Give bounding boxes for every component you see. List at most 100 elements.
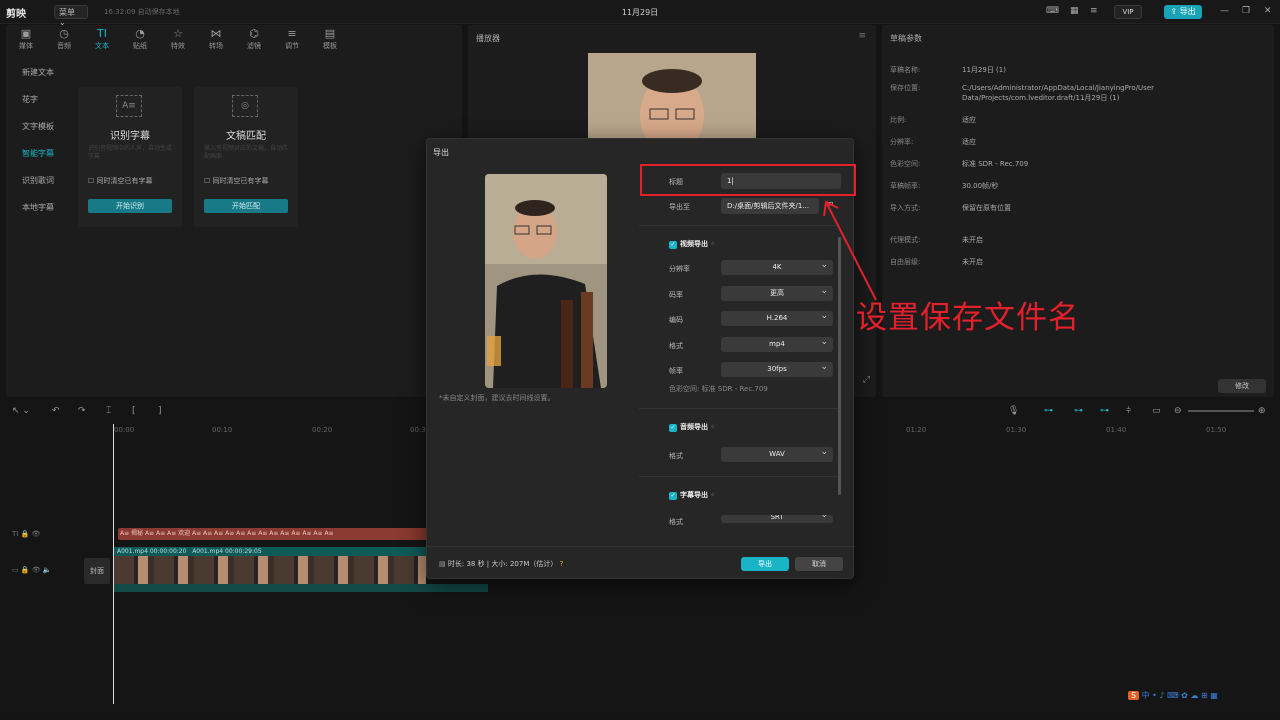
- trim-right-icon[interactable]: ]: [158, 406, 162, 416]
- split-icon[interactable]: ⌶: [106, 406, 111, 416]
- effects-icon: ☆: [173, 27, 183, 40]
- time-tick: 01:20: [906, 426, 927, 434]
- template-icon: ▤: [324, 27, 336, 40]
- annotation-arrow: [823, 200, 877, 301]
- export-top-button[interactable]: ⇪ 导出: [1164, 5, 1202, 19]
- video-setting-select[interactable]: 30fps: [721, 360, 833, 377]
- sogou-icon[interactable]: S: [1128, 691, 1140, 700]
- edit-params-button[interactable]: 修改: [1218, 379, 1266, 393]
- subtitle-format-select[interactable]: SRT: [721, 515, 833, 523]
- tool-label: 文本: [95, 42, 109, 50]
- zoom-out-icon[interactable]: ⊖: [1174, 406, 1182, 416]
- player-menu-icon[interactable]: ≡: [858, 31, 866, 41]
- tool-audio[interactable]: ◷ 音频: [50, 27, 78, 51]
- clear-subtitle-checkbox[interactable]: ☐ 同时清空已有字幕: [88, 176, 153, 186]
- maximize-icon[interactable]: ❐: [1242, 6, 1250, 16]
- tool-text[interactable]: TI 文本: [88, 27, 116, 51]
- vip-badge[interactable]: VIP: [1114, 5, 1142, 19]
- undo-icon[interactable]: ↶: [52, 406, 60, 416]
- video-setting-select[interactable]: 4K: [721, 258, 833, 275]
- audio-export-section[interactable]: ✓ 音频导出 ◦: [669, 422, 715, 432]
- link-icon[interactable]: ⊶: [1044, 406, 1053, 416]
- sidenav-item[interactable]: 花字: [16, 92, 68, 108]
- split-center-icon[interactable]: ⫩: [1126, 406, 1131, 416]
- sidenav-item[interactable]: 识别歌词: [16, 173, 68, 189]
- tool-filter[interactable]: ⌬ 滤镜: [240, 27, 268, 51]
- video-setting-select[interactable]: 更高: [721, 284, 833, 301]
- preview-axis-icon[interactable]: ⊶: [1100, 406, 1109, 416]
- audio-format-select[interactable]: WAV: [721, 445, 833, 462]
- sidenav-item[interactable]: 智能字幕: [16, 146, 68, 162]
- cover-button[interactable]: 封面: [84, 558, 110, 584]
- tool-media[interactable]: ▣ 媒体: [12, 27, 40, 51]
- material-panel: ▣ 媒体 ◷ 音频 TI 文本 ◔ 贴纸 ☆ 特效 ⋈ 转场 ⌬ 滤镜 ≡ 调节 ▤ 模板 新建文本花字文字模板智…: [6, 25, 462, 397]
- start-recognize-button[interactable]: 开始识别: [88, 199, 172, 213]
- help-icon[interactable]: ?: [560, 560, 564, 568]
- minimize-icon[interactable]: —: [1220, 6, 1229, 16]
- audio-waveform: [114, 584, 488, 592]
- sidenav-item[interactable]: 本地字幕: [16, 200, 68, 216]
- prop-value: 未开启: [962, 258, 983, 266]
- divider: [639, 476, 839, 477]
- audio-export-label: 音频导出: [680, 423, 708, 431]
- tool-adjust[interactable]: ≡ 调节: [278, 27, 306, 51]
- audio-export-checkbox[interactable]: ✓: [669, 424, 677, 432]
- video-export-label: 视频导出: [680, 240, 708, 248]
- subtitle-export-section[interactable]: ✓ 字幕导出 ◦: [669, 490, 715, 500]
- zoom-slider[interactable]: [1188, 410, 1254, 412]
- redo-icon[interactable]: ↷: [78, 406, 86, 416]
- info-icon: ◦: [710, 240, 715, 248]
- recognize-subtitle-card: A≡ 识别字幕 识别音视频中的人声，自动生成字幕 ☐ 同时清空已有字幕 开始识别: [78, 87, 182, 227]
- snap-icon[interactable]: ⊶: [1074, 406, 1083, 416]
- tool-label: 音频: [57, 42, 71, 50]
- prop-key: 分辨率:: [890, 138, 914, 146]
- video-export-checkbox[interactable]: ✓: [669, 241, 677, 249]
- fullscreen-icon[interactable]: ⤢: [863, 375, 870, 385]
- draft-params-panel: 草稿参数 草稿名称: 11月29日 (1) 保存位置: C:/Users/Admini…: [882, 25, 1274, 397]
- select-tool-icon[interactable]: ↖ ⌄: [12, 406, 30, 416]
- menu-label: 菜单: [59, 8, 75, 17]
- ime-status[interactable]: 中 • ♪ ⌨ ✿ ☁ ⊞ ▦: [1142, 691, 1218, 700]
- info-icon: ◦: [710, 491, 715, 499]
- cancel-button[interactable]: 取消: [795, 557, 843, 571]
- close-icon[interactable]: ✕: [1264, 6, 1272, 16]
- sidenav-item[interactable]: 文字模板: [16, 119, 68, 135]
- player-header: 播放器: [476, 34, 500, 43]
- export-path-label: 导出至: [669, 203, 690, 211]
- prop-key: 代理模式:: [890, 236, 921, 244]
- checkbox-label: 同时清空已有字幕: [212, 177, 269, 185]
- video-clip-strip[interactable]: [114, 556, 426, 584]
- tool-transition[interactable]: ⋈ 转场: [202, 27, 230, 51]
- divider: [639, 408, 839, 409]
- video-setting-label: 编码: [669, 316, 683, 324]
- trim-left-icon[interactable]: [: [132, 406, 136, 416]
- keyboard-icon[interactable]: ⌨: [1046, 6, 1059, 16]
- settings-icon[interactable]: ≡: [1090, 6, 1098, 16]
- subtitle-track[interactable]: A≡ 揭秘 A≡ A≡ A≡ 欢迎 A≡ A≡ A≡ A≡ A≡ A≡ A≡ A…: [118, 528, 430, 540]
- mic-icon[interactable]: 🎙: [1008, 406, 1019, 416]
- video-export-section[interactable]: ✓ 视频导出 ◦: [669, 239, 715, 249]
- export-button[interactable]: 导出: [741, 557, 789, 571]
- checkbox-label: 同时清空已有字幕: [96, 177, 153, 185]
- time-tick: 01:30: [1006, 426, 1027, 434]
- cover-thumbnail[interactable]: [485, 174, 607, 388]
- subtitle-export-checkbox[interactable]: ✓: [669, 492, 677, 500]
- subtitle-icon[interactable]: ▭: [1152, 406, 1161, 416]
- video-setting-select[interactable]: mp4: [721, 335, 833, 352]
- clear-subtitle-checkbox[interactable]: ☐ 同时清空已有字幕: [204, 176, 269, 186]
- tool-template[interactable]: ▤ 模板: [316, 27, 344, 51]
- zoom-in-icon[interactable]: ⊕: [1258, 406, 1266, 416]
- video-setting-select[interactable]: H.264: [721, 309, 833, 326]
- tool-effects[interactable]: ☆ 特效: [164, 27, 192, 51]
- video-clip-label[interactable]: A001.mp4 00:00:00:20 A001.mp4 00:00:29:0…: [114, 547, 426, 556]
- sidenav-item[interactable]: 新建文本: [16, 65, 68, 81]
- tool-label: 转场: [209, 42, 223, 50]
- layout-icon[interactable]: ▦: [1070, 6, 1079, 16]
- start-match-button[interactable]: 开始匹配: [204, 199, 288, 213]
- sticker-icon: ◔: [135, 27, 145, 40]
- media-icon: ▣: [20, 27, 32, 40]
- dialog-title: 导出: [433, 148, 449, 157]
- export-path-input[interactable]: D:/桌面/剪辑后文件夹/1...: [721, 198, 819, 214]
- menu-button[interactable]: 菜单 ⌄: [54, 5, 88, 27]
- tool-sticker[interactable]: ◔ 贴纸: [126, 27, 154, 51]
